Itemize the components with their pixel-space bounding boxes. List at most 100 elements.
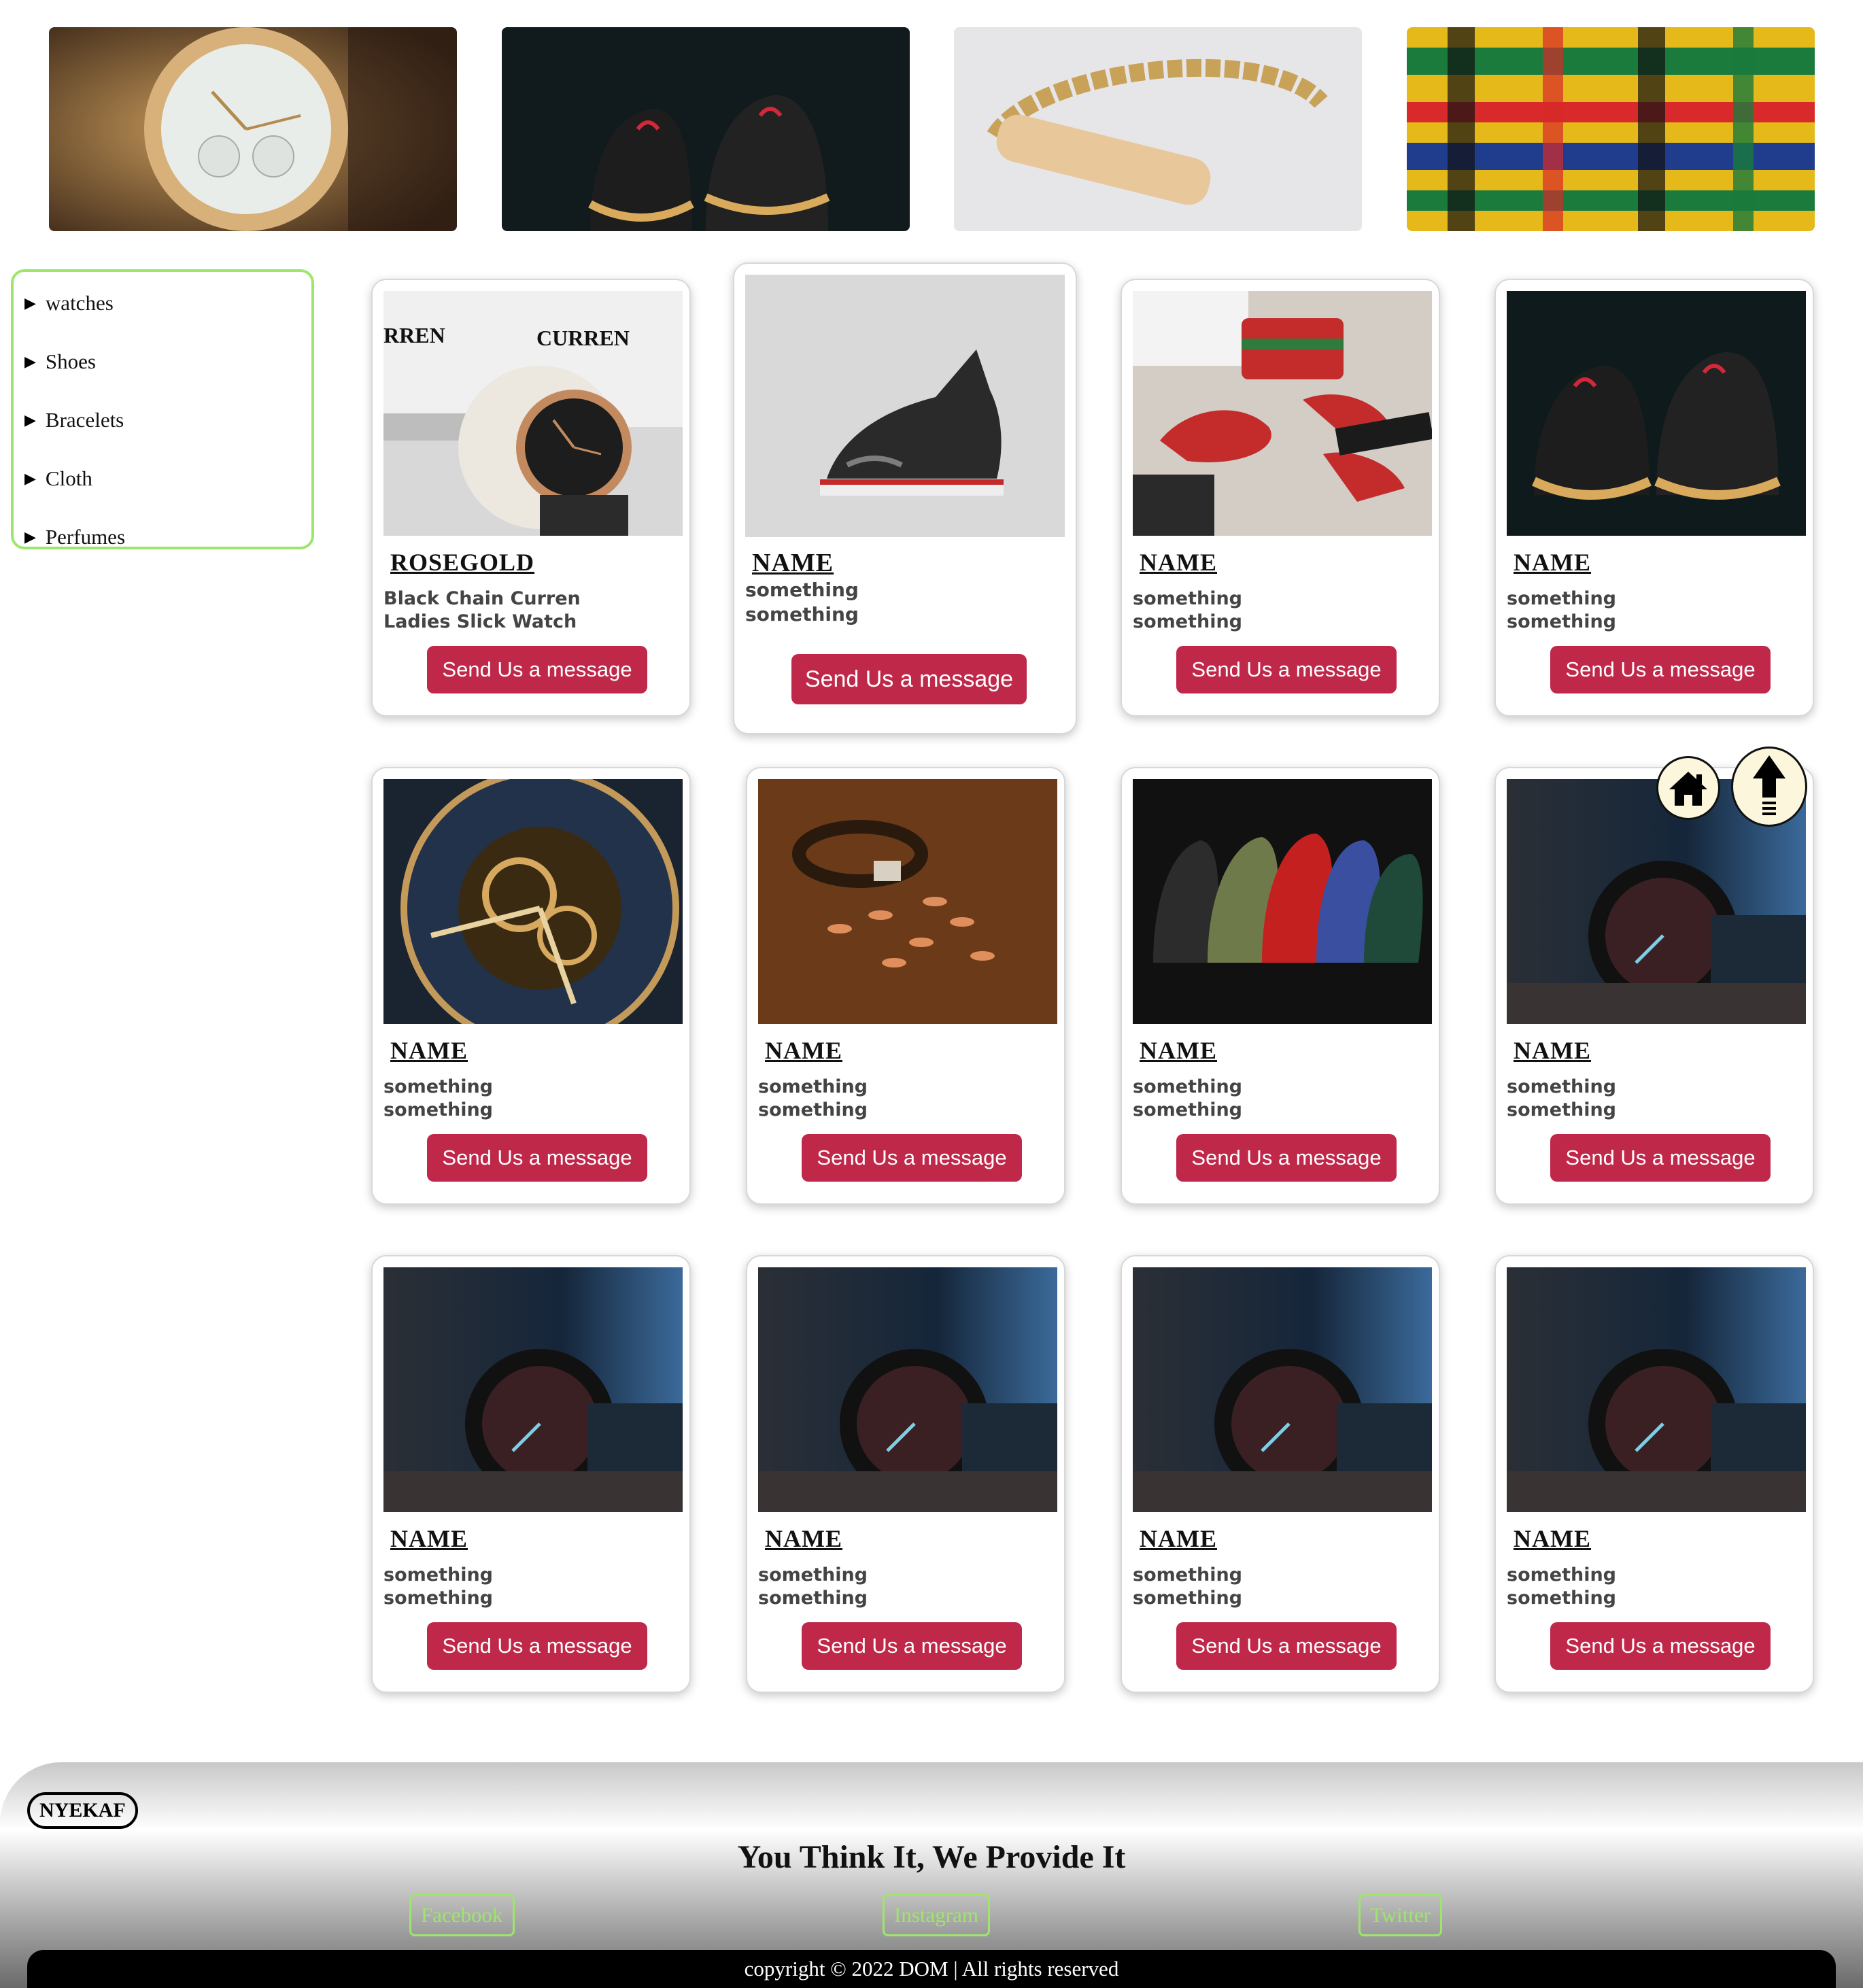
send-message-button[interactable]: Send Us a message	[427, 1622, 647, 1670]
sidebar-item-label: Cloth	[45, 466, 92, 490]
footer-tagline: You Think It, We Provide It	[737, 1839, 1126, 1875]
product-desc-line: something	[1507, 1564, 1616, 1586]
product-title: NAME	[1140, 549, 1217, 576]
product-desc-line: something	[758, 1099, 868, 1120]
product-title: NAME	[765, 1525, 842, 1552]
product-description: something something	[1507, 1076, 1792, 1122]
product-card: NAME something something Send Us a messag…	[1121, 767, 1440, 1205]
disclosure-triangle-icon: ▶	[24, 411, 36, 428]
disclosure-triangle-icon: ▶	[24, 353, 36, 370]
sidebar-item-bracelets[interactable]: ▶ Bracelets	[24, 400, 124, 441]
product-image-chronograph-watch	[1507, 1267, 1806, 1512]
site-footer: NYEKAF You Think It, We Provide It Faceb…	[0, 1762, 1863, 1988]
sidebar-item-label: Shoes	[45, 349, 96, 373]
sidebar-item-label: watches	[45, 291, 114, 315]
product-title: NAME	[1140, 1525, 1217, 1552]
box-brand-text: RREN	[383, 323, 445, 347]
instagram-link[interactable]: Instagram	[883, 1894, 990, 1936]
product-title: NAME	[390, 1037, 468, 1064]
send-message-button[interactable]: Send Us a message	[1550, 1134, 1771, 1182]
product-desc-line: something	[1507, 1099, 1616, 1120]
product-desc-line: something	[745, 603, 859, 625]
product-desc-line: something	[745, 579, 859, 601]
product-image-chronograph-watch	[758, 1267, 1057, 1512]
product-description: something something	[383, 1564, 669, 1610]
send-message-button[interactable]: Send Us a message	[427, 646, 647, 693]
product-desc-line: something	[1133, 611, 1242, 632]
scroll-to-top-button[interactable]	[1731, 747, 1807, 827]
product-desc-line: Ladies Slick Watch	[383, 611, 577, 632]
product-desc-line: something	[758, 1564, 868, 1586]
disclosure-triangle-icon: ▶	[24, 528, 36, 545]
product-image-leather-bracelet	[758, 779, 1057, 1024]
product-desc-line: something	[1133, 588, 1242, 609]
product-desc-line: something	[1507, 1076, 1616, 1097]
product-desc-line: something	[383, 1076, 493, 1097]
product-desc-line: something	[1133, 1076, 1242, 1097]
product-desc-line: something	[1507, 588, 1616, 609]
product-title: NAME	[1514, 1525, 1591, 1552]
product-title: NAME	[1514, 1037, 1591, 1064]
product-desc-line: something	[383, 1099, 493, 1120]
disclosure-triangle-icon: ▶	[24, 470, 36, 487]
product-card: NAME something something Send Us a messag…	[1121, 279, 1440, 717]
product-image-curren-watch: RREN CURREN	[383, 291, 683, 536]
product-title: NAME	[765, 1037, 842, 1064]
facebook-link[interactable]: Facebook	[409, 1894, 515, 1936]
product-desc-line: something	[758, 1588, 868, 1609]
send-message-button[interactable]: Send Us a message	[1176, 646, 1397, 693]
send-message-button[interactable]: Send Us a message	[427, 1134, 647, 1182]
product-description: something something	[1133, 1076, 1418, 1122]
product-desc-line: something	[1133, 1588, 1242, 1609]
product-card: NAME something something Send Us a messag…	[746, 1255, 1065, 1693]
banner-watch-image	[49, 27, 457, 231]
product-desc-line: something	[758, 1076, 868, 1097]
product-desc-line: something	[1507, 611, 1616, 632]
product-card: NAME something something Send Us a messag…	[1121, 1255, 1440, 1693]
send-message-button[interactable]: Send Us a message	[1550, 1622, 1771, 1670]
send-message-button[interactable]: Send Us a message	[791, 654, 1027, 704]
product-card: NAME something something Send Us a messag…	[1494, 1255, 1814, 1693]
sidebar-item-label: Bracelets	[45, 408, 124, 432]
banner-kente-image	[1407, 27, 1815, 231]
product-desc-line: something	[1133, 1564, 1242, 1586]
product-card: NAME something something Send Us a messag…	[746, 767, 1065, 1205]
disclosure-triangle-icon: ▶	[24, 294, 36, 311]
product-card: NAME something something Send Us a messag…	[1494, 279, 1814, 717]
product-image-skeleton-watch	[383, 779, 683, 1024]
product-title: NAME	[1140, 1037, 1217, 1064]
send-message-button[interactable]: Send Us a message	[802, 1134, 1022, 1182]
product-card: RREN CURREN ROSEGOLD Black Chain Curren L…	[371, 279, 691, 717]
send-message-button[interactable]: Send Us a message	[1550, 646, 1771, 693]
product-image-nike-lineup	[1133, 779, 1432, 1024]
sidebar-item-perfumes[interactable]: ▶ Perfumes	[24, 517, 125, 558]
product-image-black-sneakers	[1507, 291, 1806, 536]
sidebar-item-shoes[interactable]: ▶ Shoes	[24, 341, 96, 382]
sidebar-item-cloth[interactable]: ▶ Cloth	[24, 458, 92, 499]
twitter-link[interactable]: Twitter	[1358, 1894, 1443, 1936]
arrow-up-icon	[1753, 755, 1785, 815]
product-image-gucci-set	[1133, 291, 1432, 536]
product-description: something something	[1133, 1564, 1418, 1610]
send-message-button[interactable]: Send Us a message	[1176, 1134, 1397, 1182]
brand-logo[interactable]: NYEKAF	[27, 1792, 138, 1829]
box-brand-text: CURREN	[536, 326, 630, 350]
product-title: NAME	[1514, 549, 1591, 576]
product-desc-line: something	[383, 1588, 493, 1609]
product-card: NAME something something Send Us a messag…	[371, 767, 691, 1205]
product-desc-line: Black Chain Curren	[383, 588, 581, 609]
product-card: NAME something something Send Us a messag…	[733, 262, 1077, 734]
sidebar-item-watches[interactable]: ▶ watches	[24, 283, 114, 324]
product-description: something something	[1133, 587, 1418, 634]
product-image-chronograph-watch	[1133, 1267, 1432, 1512]
copyright-bar: copyright © 2022 DOM | All rights reserv…	[27, 1950, 1836, 1988]
product-title: NAME	[390, 1525, 468, 1552]
send-message-button[interactable]: Send Us a message	[802, 1622, 1022, 1670]
send-message-button[interactable]: Send Us a message	[1176, 1622, 1397, 1670]
product-description: something something	[1507, 1564, 1792, 1610]
home-icon	[1669, 772, 1707, 806]
product-title: NAME	[752, 549, 834, 577]
product-card: NAME something something Send Us a messag…	[1494, 767, 1814, 1205]
banner-bracelet-image	[954, 27, 1362, 231]
home-button[interactable]	[1656, 756, 1720, 820]
